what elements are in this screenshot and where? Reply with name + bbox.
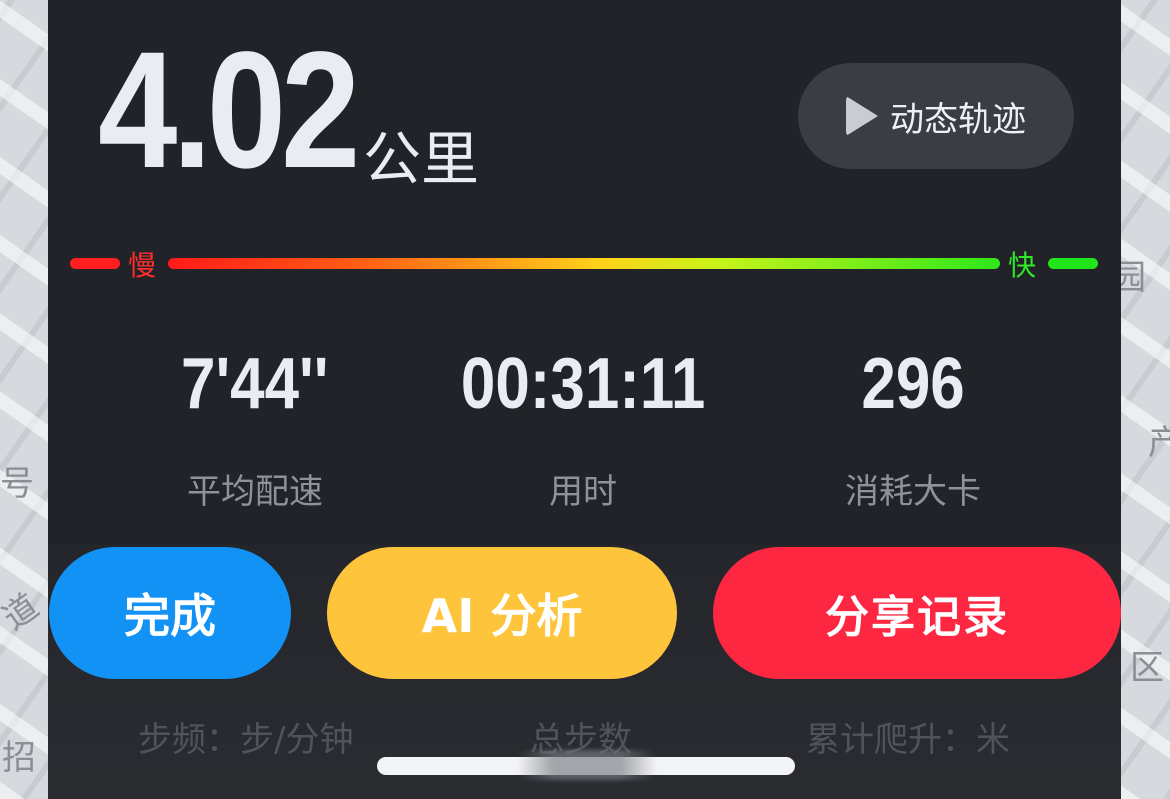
home-indicator-overlay (472, 750, 702, 780)
map-label: 道 (0, 586, 47, 639)
stat-label: 消耗大卡 (845, 472, 981, 513)
distance-unit: 公里 (363, 125, 480, 193)
done-button[interactable]: 完成 (49, 547, 291, 679)
stat-duration: 00:31:11 用时 (433, 344, 733, 513)
map-label: 招 (2, 738, 36, 778)
map-label: 区 (1130, 648, 1164, 688)
stat-label: 平均配速 (187, 472, 323, 513)
run-summary-panel: 4.02 公里 动态轨迹 慢 快 7'44'' 平均配速 00:31:11 用时… (48, 0, 1121, 799)
dynamic-track-button[interactable]: 动态轨迹 (798, 63, 1074, 169)
speed-bar-fast-segment (1048, 258, 1098, 269)
map-label: 产 (1148, 423, 1170, 463)
dynamic-track-label: 动态轨迹 (890, 99, 1026, 140)
stat-value: 296 (861, 344, 965, 424)
stat-average-pace: 7'44'' 平均配速 (105, 344, 405, 513)
stat-cadence-label: 步频：步/分钟 (138, 720, 354, 760)
share-record-button[interactable]: 分享记录 (713, 547, 1121, 679)
stat-value: 00:31:11 (460, 344, 706, 424)
stat-elevation-label: 累计爬升：米 (806, 720, 1010, 760)
ai-analysis-button[interactable]: AI 分析 (327, 547, 677, 679)
map-label: 号 (0, 464, 34, 504)
distance-value: 4.02 (98, 18, 360, 203)
stat-calories: 296 消耗大卡 (763, 344, 1063, 513)
speed-gradient-bar (168, 258, 1000, 269)
stat-value: 7'44'' (181, 344, 329, 424)
speed-slow-label: 慢 (128, 249, 157, 282)
speed-legend: 慢 快 (70, 246, 1100, 282)
play-icon (846, 96, 878, 136)
stat-label: 用时 (549, 472, 617, 513)
speed-bar-slow-segment (70, 258, 120, 269)
speed-fast-label: 快 (1008, 249, 1037, 282)
